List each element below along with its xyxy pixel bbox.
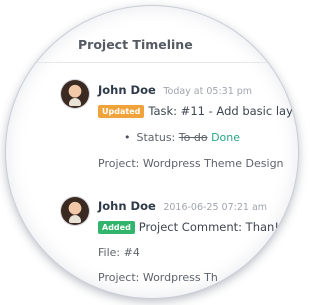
avatar[interactable] [61,197,89,225]
status-label: Status: [136,131,176,144]
author-name[interactable]: John Doe [98,83,156,97]
timeline-entry-body: Updated Task: #11 - Add basic lay [98,104,293,118]
added-badge: Added [98,221,135,234]
file-link[interactable]: File: #4 [98,246,140,259]
status-change: • Status: To do Done [124,131,240,144]
project-link[interactable]: Project: Wordpress Th [98,271,218,284]
title-divider [6,62,298,63]
comment-link[interactable]: Project Comment: Than! [139,220,279,234]
author-name[interactable]: John Doe [98,199,156,213]
status-old: To do [178,131,208,144]
project-label: Project: Wordpress Th [98,271,218,284]
magnifier-lens: Project Timeline John Doe Today at 05:31… [6,6,298,298]
updated-badge: Updated [98,105,145,118]
avatar[interactable] [61,80,89,108]
task-link[interactable]: Task: #11 - Add basic lay [148,104,293,118]
timeline-entry-body: Added Project Comment: Than! [98,220,279,234]
timestamp: 2016-06-25 07:21 am [163,202,268,213]
timeline-entry-header: John Doe 2016-06-25 07:21 am [98,199,267,213]
status-new: Done [211,131,241,144]
timestamp: Today at 05:31 pm [163,86,253,97]
project-timeline-panel: Project Timeline John Doe Today at 05:31… [6,6,298,298]
bullet-icon: • [124,131,131,144]
project-link[interactable]: Project: Wordpress Theme Design [98,157,284,170]
file-label: File: #4 [98,246,140,259]
timeline-entry-header: John Doe Today at 05:31 pm [98,83,252,97]
panel-title: Project Timeline [78,37,193,52]
project-label: Project: Wordpress Theme Design [98,157,284,170]
